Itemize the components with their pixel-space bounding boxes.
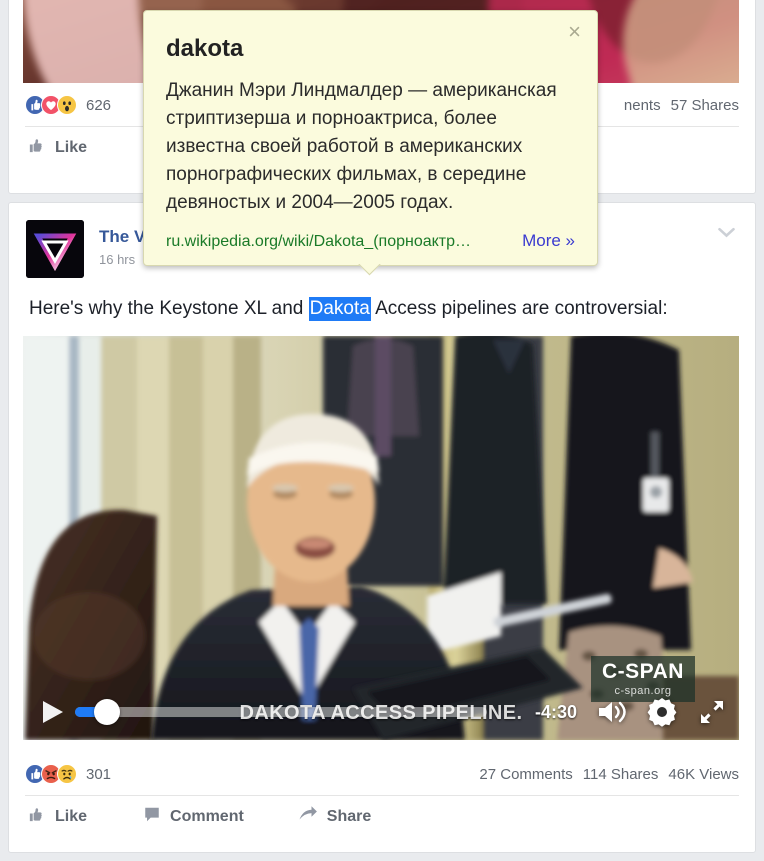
- post-two-share-label: Share: [326, 807, 372, 825]
- verge-logo-icon: [26, 220, 84, 278]
- post-one-like-button[interactable]: Like: [25, 132, 97, 164]
- post-message-before: Here's why the Keystone XL and: [29, 298, 309, 319]
- tooltip-title: dakota: [166, 35, 244, 62]
- post-two-action-bar: Like Comment Share: [25, 795, 739, 837]
- post-one-reactions[interactable]: 626: [25, 95, 111, 115]
- post-two-shares[interactable]: 114 Shares: [583, 766, 659, 783]
- play-icon: [43, 701, 63, 723]
- page-name-link[interactable]: The V: [99, 227, 145, 247]
- fullscreen-icon: [701, 701, 723, 723]
- video-progress-handle[interactable]: [93, 699, 120, 725]
- video-player[interactable]: C-SPAN c-span.org DAKOTA ACCESS PIPELINE…: [23, 336, 739, 740]
- watermark-title: C-SPAN: [602, 660, 684, 683]
- post-two-like-label: Like: [55, 807, 88, 825]
- post-two-comment-button[interactable]: Comment: [141, 801, 254, 832]
- play-button[interactable]: [35, 697, 69, 727]
- dictionary-tooltip: × dakota Джанин Мэри Линдмалдер — америк…: [143, 10, 598, 266]
- video-controls: -4:30: [23, 684, 739, 740]
- settings-button[interactable]: [645, 695, 679, 729]
- video-time-remaining: -4:30: [534, 701, 577, 722]
- tooltip-arrow: [357, 264, 381, 277]
- volume-button[interactable]: [595, 698, 627, 726]
- post-menu-button[interactable]: [711, 219, 741, 245]
- post-one-reaction-count: 626: [86, 96, 112, 114]
- post-message: Here's why the Keystone XL and Dakota Ac…: [29, 296, 735, 322]
- share-arrow-icon: [298, 805, 318, 828]
- post-one-like-label: Like: [55, 138, 88, 156]
- gear-icon: [647, 698, 677, 727]
- wow-icon: [57, 95, 77, 115]
- selected-word[interactable]: Dakota: [308, 297, 371, 321]
- thumbs-up-icon: [27, 805, 46, 829]
- avatar[interactable]: [26, 220, 84, 278]
- post-two-reactions[interactable]: 301: [25, 764, 111, 784]
- post-two-comment-label: Comment: [170, 807, 244, 825]
- close-icon[interactable]: ×: [562, 17, 587, 47]
- post-one-stats: nents 57 Shares: [624, 97, 739, 114]
- thumbs-up-icon: [27, 136, 46, 160]
- post-two-like-button[interactable]: Like: [25, 801, 97, 833]
- post-one-comments[interactable]: nents: [624, 97, 661, 114]
- chevron-down-icon: [717, 227, 735, 237]
- sad-icon: [57, 764, 77, 784]
- post-timestamp[interactable]: 16 hrs: [99, 252, 135, 267]
- post-two-share-button[interactable]: Share: [296, 801, 381, 832]
- post-two-reaction-count: 301: [86, 765, 112, 783]
- post-two-comments[interactable]: 27 Comments: [479, 766, 572, 783]
- fullscreen-button[interactable]: [697, 697, 727, 727]
- post-two-views: 46K Views: [668, 765, 739, 783]
- tooltip-body: Джанин Мэри Линдмалдер — американская ст…: [166, 80, 557, 213]
- post-card-two: The V 16 hrs Here's why the Keystone XL …: [8, 202, 756, 853]
- post-two-reaction-bar: 301 27 Comments 114 Shares 46K Views: [25, 755, 739, 793]
- tooltip-footer: ru.wikipedia.org/wiki/Dakota_(порноактр……: [166, 231, 575, 251]
- tooltip-source-link[interactable]: ru.wikipedia.org/wiki/Dakota_(порноактр…: [166, 233, 506, 251]
- volume-icon: [599, 701, 626, 723]
- post-one-shares[interactable]: 57 Shares: [671, 97, 739, 114]
- tooltip-more-link[interactable]: More »: [522, 231, 575, 251]
- video-progress-bar[interactable]: [75, 699, 487, 725]
- comment-icon: [143, 805, 161, 828]
- post-two-stats: 27 Comments 114 Shares 46K Views: [479, 766, 739, 783]
- facebook-feed: 626 nents 57 Shares Like The V 16 hrs He…: [0, 0, 764, 861]
- post-message-after: Access pipelines are controversial:: [370, 298, 668, 319]
